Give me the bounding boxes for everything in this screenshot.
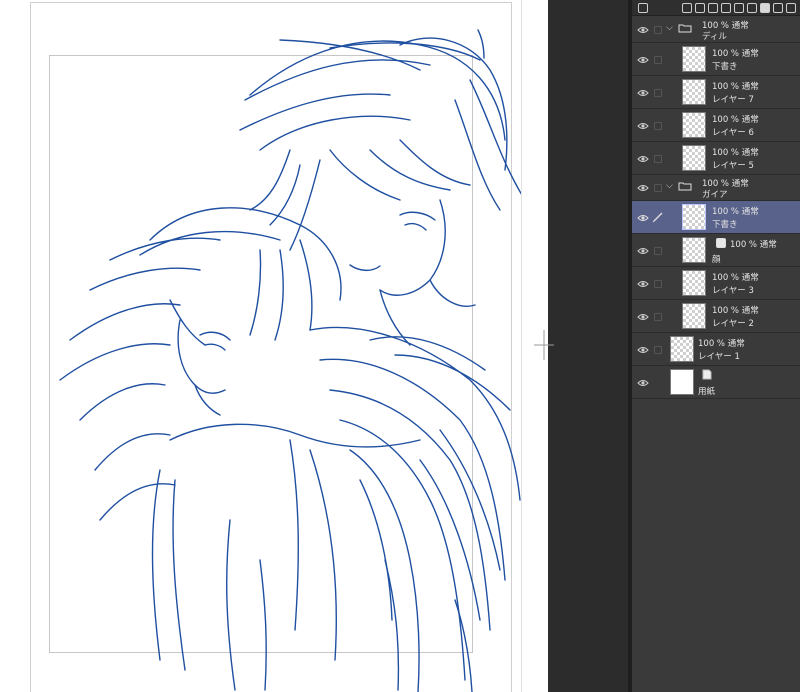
layer-blend-mode: 100 % 通常 [712, 273, 759, 283]
layer-blend-mode: 100 % 通常 [712, 115, 759, 125]
layer-blend-mode: 100 % 通常 [712, 207, 759, 217]
layer-blend-mode: 100 % 通常 [712, 148, 759, 158]
chevron-down-icon[interactable]: ⌵ [666, 181, 673, 191]
sketch-illustration [59, 29, 521, 692]
layer-toolbar [632, 0, 800, 16]
layer-name: ガイア [702, 190, 728, 200]
crosshair-marker [534, 330, 554, 360]
new-vector-icon[interactable] [695, 2, 705, 13]
layer-row[interactable]: 100 % 通常 レイヤー 2 [632, 300, 800, 333]
layer-name: レイヤー 3 [712, 286, 754, 296]
eye-icon[interactable] [637, 280, 649, 288]
eye-icon[interactable] [637, 122, 649, 130]
layer-name: 下書き [712, 220, 738, 230]
layer-name: レイヤー 7 [712, 95, 754, 105]
layer-thumbnail [682, 237, 706, 263]
layer-thumbnail [682, 303, 706, 329]
layer-row[interactable]: 100 % 通常 レイヤー 6 [632, 109, 800, 142]
layer-panel: ⌵ 100 % 通常 ディル 100 % 通常 下書き 100 % 通常 レイヤ… [632, 0, 800, 692]
layer-row[interactable]: 100 % 通常 レイヤー 5 [632, 142, 800, 175]
folder-icon [678, 182, 692, 191]
copy-layer-icon[interactable] [721, 2, 731, 13]
lock-toggle[interactable] [654, 346, 662, 354]
paper-icon [702, 369, 712, 380]
layer-name: 用紙 [698, 387, 716, 397]
mask-icon [716, 238, 726, 248]
layer-row-paper[interactable]: 用紙 [632, 366, 800, 399]
layer-row[interactable]: 100 % 通常 レイヤー 7 [632, 76, 800, 109]
mask-icon[interactable] [760, 2, 770, 13]
layer-thumbnail [670, 336, 694, 362]
layer-thumbnail [682, 270, 706, 296]
lock-toggle[interactable] [654, 280, 662, 288]
link-icon[interactable] [734, 2, 744, 13]
layer-thumbnail [682, 46, 706, 72]
eye-icon[interactable] [637, 26, 649, 34]
layer-thumbnail [670, 369, 694, 395]
clip-icon[interactable] [747, 2, 757, 13]
layer-name: レイヤー 2 [712, 319, 754, 329]
eye-icon[interactable] [637, 155, 649, 163]
layer-thumbnail [682, 145, 706, 171]
eye-icon[interactable] [637, 313, 649, 321]
layer-name: 下書き [712, 62, 738, 72]
layers-icon[interactable] [638, 2, 648, 13]
folder-icon [678, 24, 692, 33]
layer-row[interactable]: 100 % 通常 レイヤー 1 [632, 333, 800, 366]
eye-icon[interactable] [637, 214, 649, 222]
layer-thumbnail [682, 79, 706, 105]
layer-row-folder-gaia[interactable]: ⌵ 100 % 通常 ガイア [632, 175, 800, 201]
canvas-background [548, 0, 630, 692]
drawing-canvas[interactable] [0, 0, 548, 692]
layer-name: レイヤー 5 [712, 161, 754, 171]
layer-blend-mode: 100 % 通常 [698, 339, 745, 349]
chevron-down-icon[interactable]: ⌵ [666, 23, 673, 33]
lock-toggle[interactable] [654, 122, 662, 130]
layer-name: レイヤー 1 [698, 352, 740, 362]
lock-toggle[interactable] [654, 247, 662, 255]
layer-name: 顔 [712, 255, 721, 265]
layer-blend-mode: 100 % 通常 [712, 306, 759, 316]
new-folder-icon[interactable] [708, 2, 718, 13]
layer-blend-mode: 100 % 通常 [712, 82, 759, 92]
lock-toggle[interactable] [654, 155, 662, 163]
pencil-icon [652, 212, 663, 223]
layer-thumbnail [682, 204, 706, 230]
eye-icon[interactable] [637, 379, 649, 387]
lock-toggle[interactable] [654, 89, 662, 97]
layer-row[interactable]: 100 % 通常 レイヤー 3 [632, 267, 800, 300]
lock-toggle[interactable] [654, 56, 662, 64]
eye-icon[interactable] [637, 247, 649, 255]
new-layer-icon[interactable] [682, 2, 692, 13]
eye-icon[interactable] [637, 184, 649, 192]
layer-name: レイヤー 6 [712, 128, 754, 138]
layer-row[interactable]: 100 % 通常 顔 [632, 234, 800, 267]
eye-icon[interactable] [637, 89, 649, 97]
lock-toggle[interactable] [654, 184, 662, 192]
lock-toggle[interactable] [654, 313, 662, 321]
layer-name: ディル [702, 32, 727, 42]
layer-blend-mode: 100 % 通常 [730, 240, 777, 250]
layer-row-selected[interactable]: 100 % 通常 下書き [632, 201, 800, 234]
layer-blend-mode: 100 % 通常 [712, 49, 759, 59]
lock-toggle[interactable] [654, 26, 662, 34]
apply-mask-icon[interactable] [773, 2, 783, 13]
layer-row-folder-dill[interactable]: ⌵ 100 % 通常 ディル [632, 17, 800, 43]
eye-icon[interactable] [637, 56, 649, 64]
eye-icon[interactable] [637, 346, 649, 354]
delete-icon[interactable] [786, 2, 796, 13]
layer-row[interactable]: 100 % 通常 下書き [632, 43, 800, 76]
layer-thumbnail [682, 112, 706, 138]
